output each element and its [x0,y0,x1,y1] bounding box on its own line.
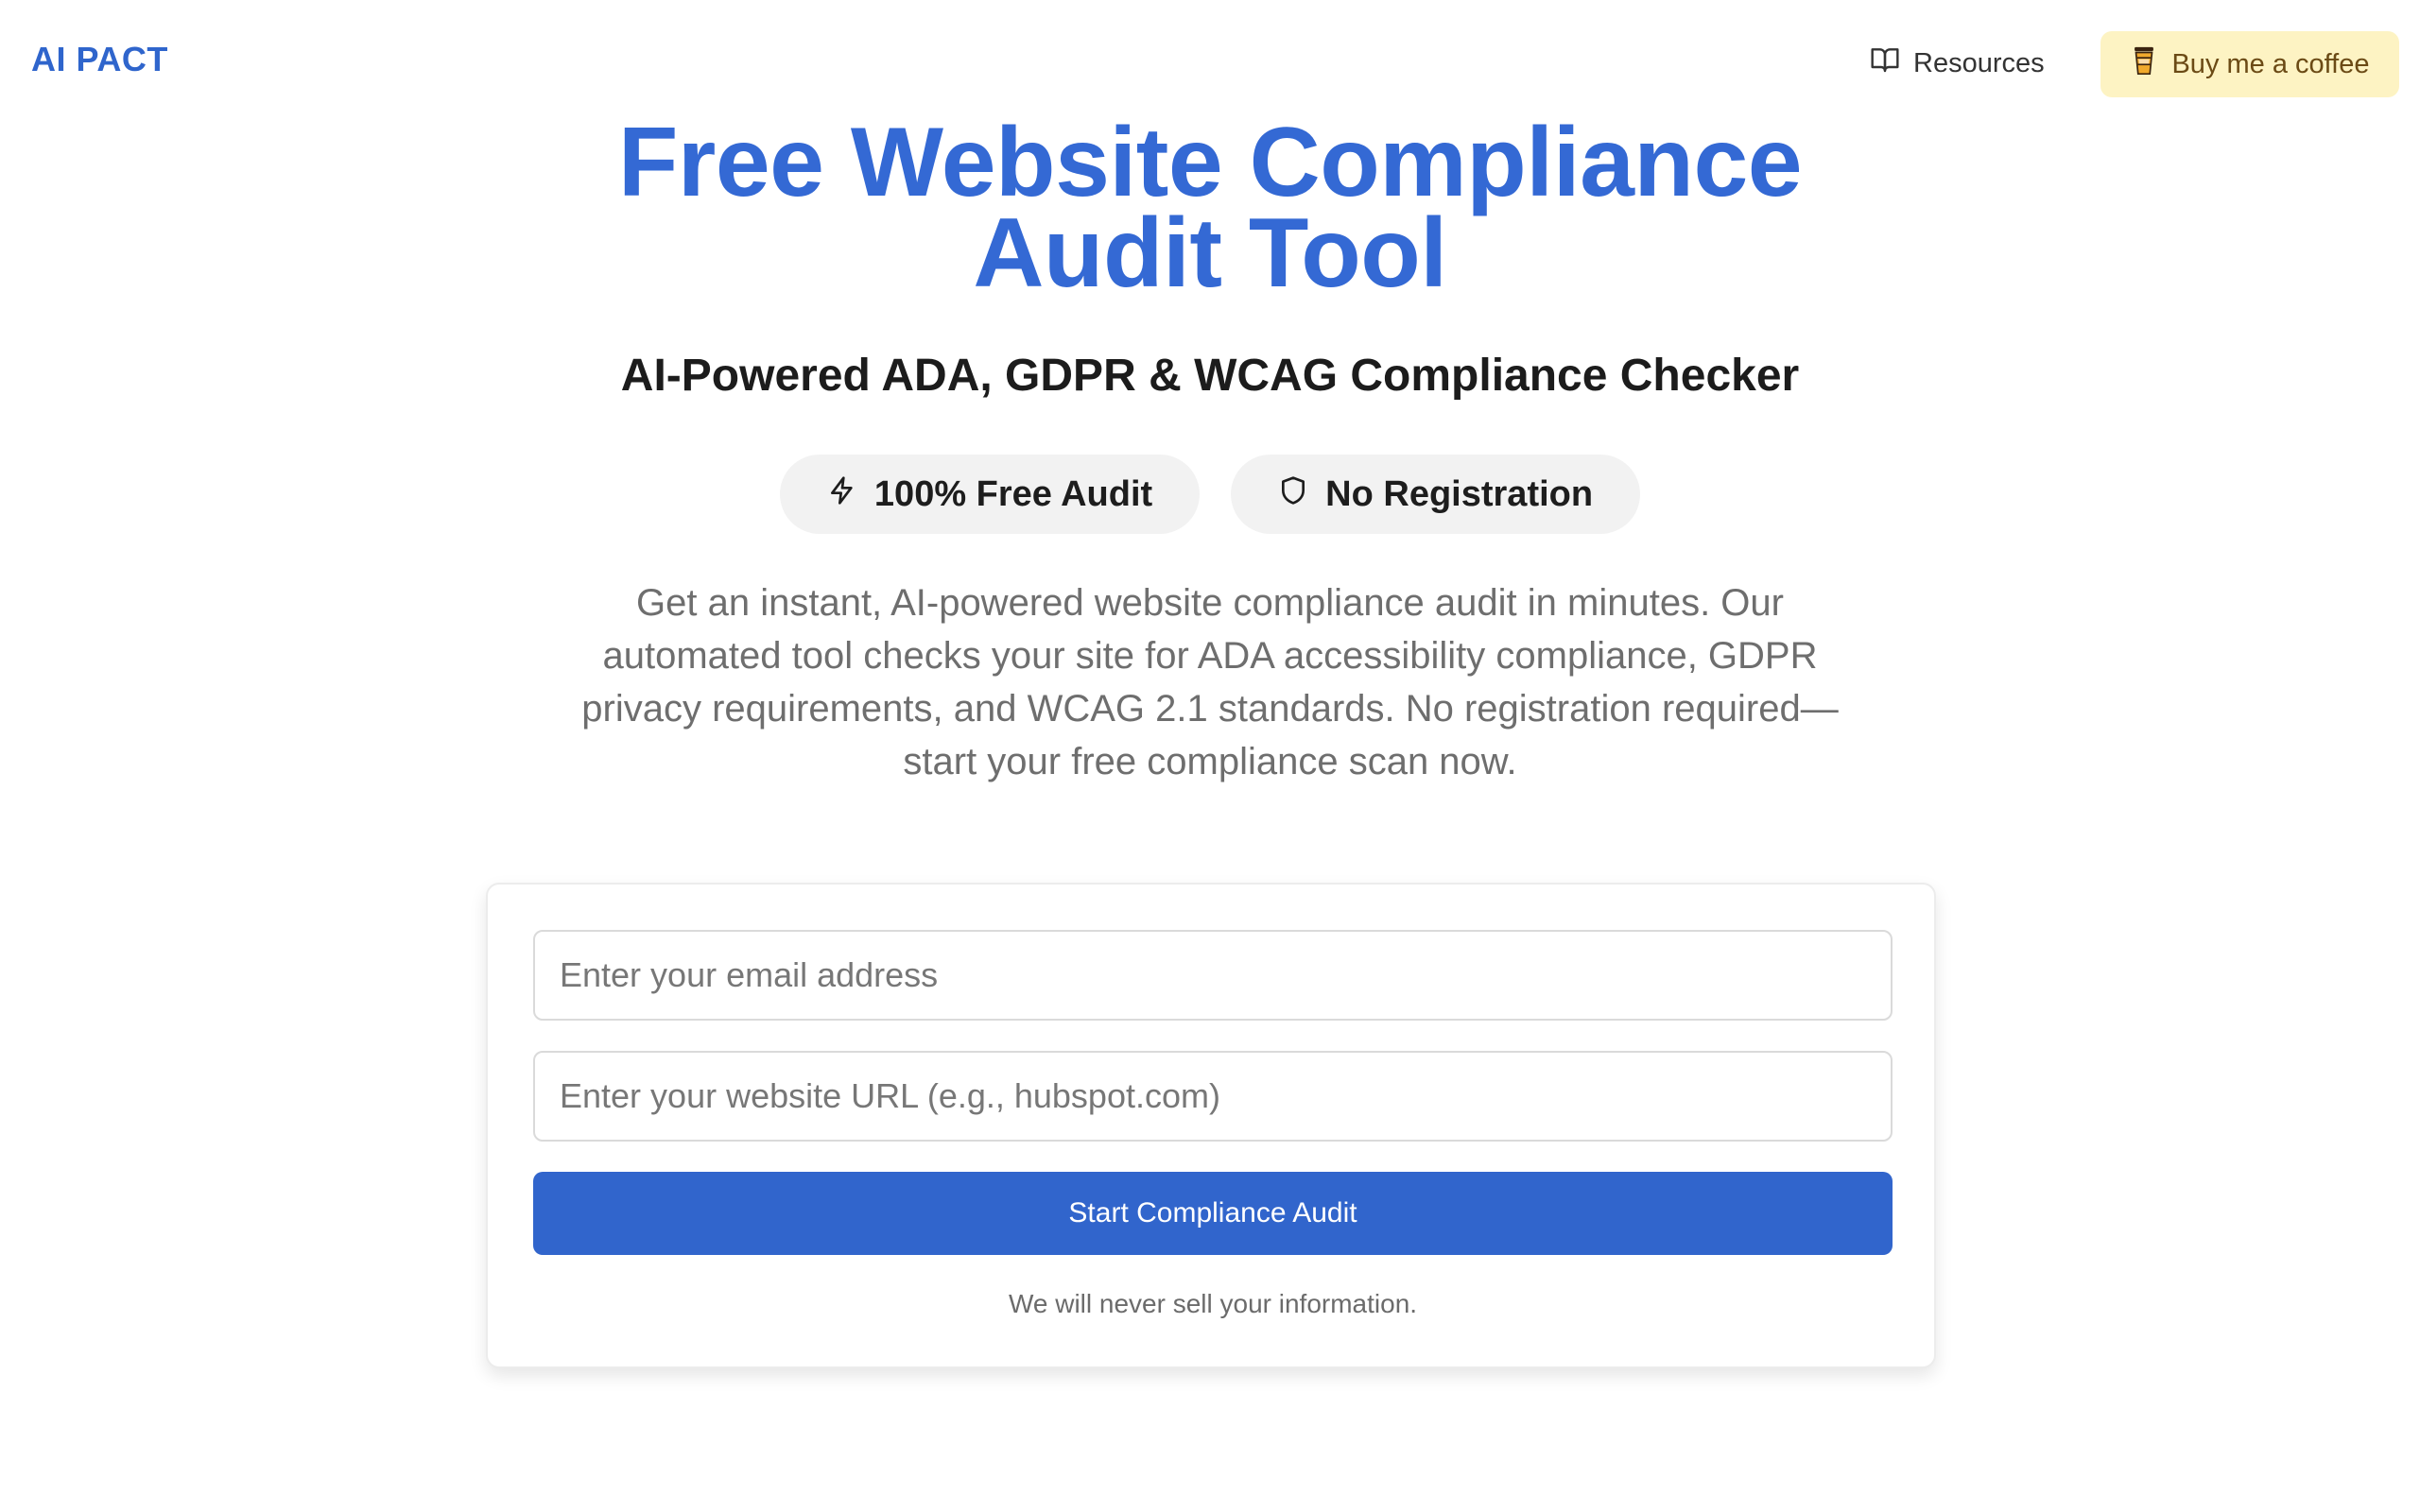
buy-me-a-coffee-label: Buy me a coffee [2171,48,2370,79]
nav-resources-link[interactable]: Resources [1870,43,2045,83]
feature-badges: 100% Free Audit No Registration [0,455,2420,534]
nav-resources-label: Resources [1913,47,2045,78]
website-url-input[interactable] [533,1051,1893,1142]
audit-form-card: Start Compliance Audit We will never sel… [486,883,1936,1368]
lightning-icon [827,474,857,515]
book-open-icon [1870,44,1900,82]
privacy-note: We will never sell your information. [1008,1289,1418,1318]
badge-no-registration: No Registration [1231,455,1641,534]
badge-free-audit-label: 100% Free Audit [873,473,1153,514]
email-input[interactable] [533,930,1893,1021]
badge-free-audit: 100% Free Audit [779,455,1201,534]
start-audit-button[interactable]: Start Compliance Audit [533,1172,1893,1255]
hero-description: Get an instant, AI-powered website compl… [0,576,2420,788]
buy-me-a-coffee-button[interactable]: Buy me a coffee [2100,31,2399,97]
logo[interactable]: AI PACT [31,40,168,79]
page: AI PACT Resources Buy me a coffee Free W… [0,0,2420,1512]
shield-icon [1278,474,1308,515]
page-title: Free Website Compliance Audit Tool [0,108,2420,308]
badge-no-registration-label: No Registration [1325,473,1594,514]
page-subtitle: AI-Powered ADA, GDPR & WCAG Compliance C… [620,351,1800,401]
hero-description-text: Get an instant, AI-powered website compl… [581,582,1839,782]
page-title-text: Free Website Compliance Audit Tool [617,108,1803,308]
coffee-cup-icon [2130,44,2158,84]
